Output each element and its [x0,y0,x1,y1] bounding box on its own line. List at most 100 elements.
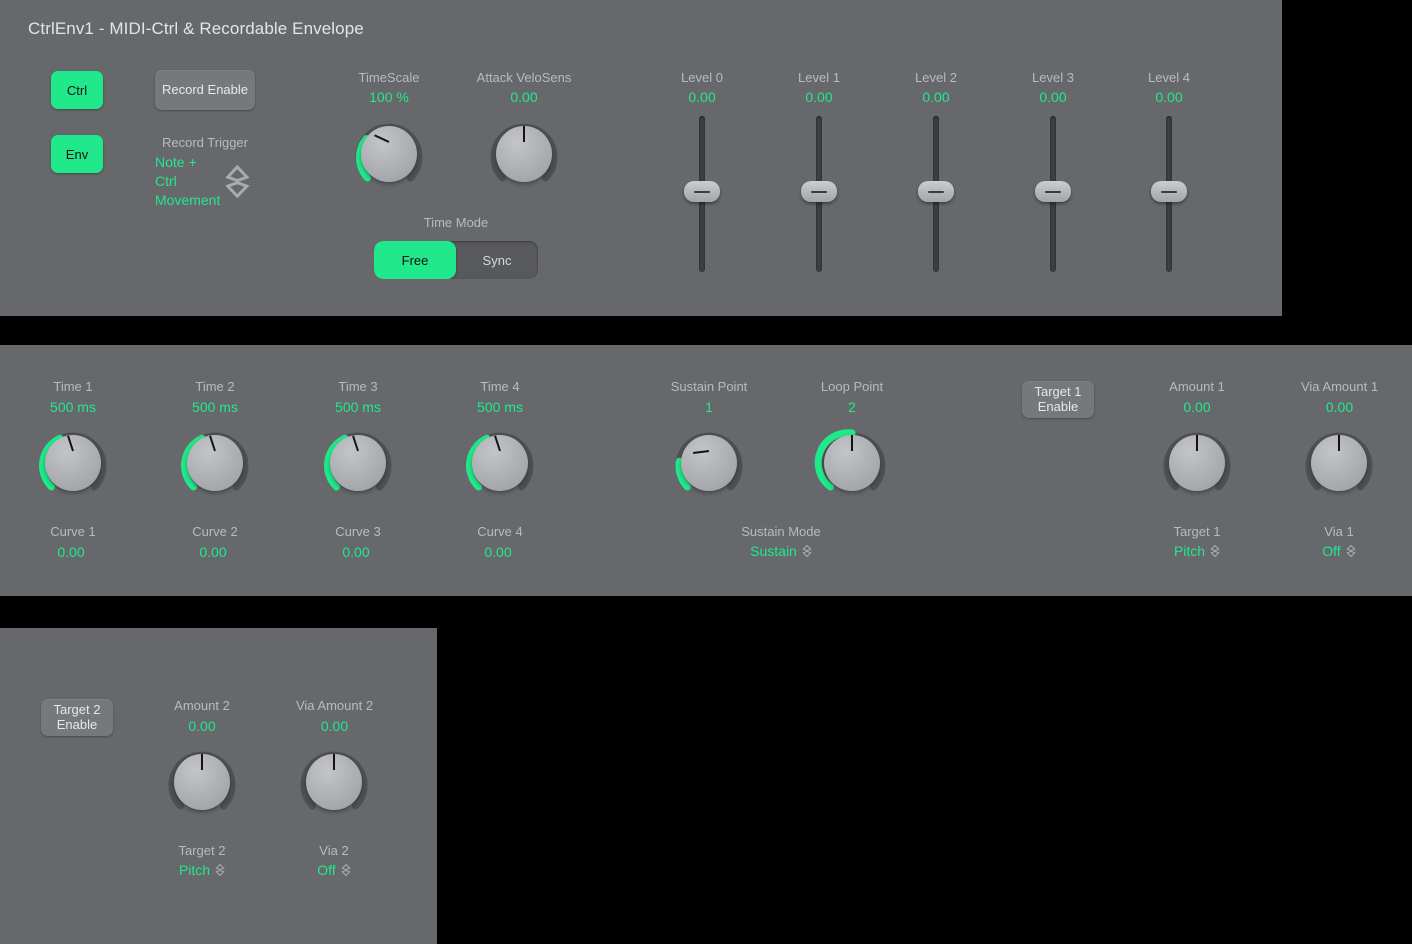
slider-thumb[interactable] [684,181,720,202]
target-1-value: Pitch [1174,543,1205,559]
sustain-point-value: 1 [659,399,759,415]
target-2-enable-button[interactable]: Target 2 Enable [41,699,113,736]
via-amount-2-knob[interactable] [294,742,374,822]
sustain-mode-popup[interactable]: Sustain [731,543,831,559]
time-mode-sync-option[interactable]: Sync [456,241,538,279]
curve-1-label: Curve 1 [23,524,123,539]
via-amount-1-label: Via Amount 1 [1282,379,1397,394]
chevron-updown-icon [1210,544,1220,558]
slider-thumb[interactable] [918,181,954,202]
envelope-main-panel: CtrlEnv1 - MIDI-Ctrl & Recordable Envelo… [0,0,1282,316]
target-1-label: Target 1 [1147,524,1247,539]
curve-3-label: Curve 3 [308,524,408,539]
time-mode-label: Time Mode [396,215,516,230]
amount-1-knob[interactable] [1157,423,1237,503]
chevron-updown-icon [224,163,251,200]
slider-thumb[interactable] [801,181,837,202]
record-trigger-label: Record Trigger [140,135,270,150]
amount-2-label: Amount 2 [152,698,252,713]
attack-velosens-label: Attack VeloSens [459,70,589,85]
via-2-popup[interactable]: Off [284,862,384,878]
via-2-label: Via 2 [284,843,384,858]
time-3-label: Time 3 [308,379,408,394]
target-2-enable-line1: Target 2 [54,703,101,718]
slider-thumb[interactable] [1035,181,1071,202]
via-amount-1-value: 0.00 [1282,399,1397,415]
chevron-updown-icon [215,863,225,877]
chevron-updown-icon [341,863,351,877]
sustain-point-label: Sustain Point [659,379,759,394]
env-button[interactable]: Env [51,135,103,173]
amount-1-value: 0.00 [1147,399,1247,415]
level-3-slider[interactable] [1031,116,1075,272]
slider-thumb[interactable] [1151,181,1187,202]
curve-1-value[interactable]: 0.00 [21,544,121,560]
via-amount-1-knob[interactable] [1299,423,1379,503]
target-2-label: Target 2 [152,843,252,858]
time-mode-free-option[interactable]: Free [374,241,456,279]
loop-point-label: Loop Point [802,379,902,394]
time-3-value: 500 ms [308,399,408,415]
level-1-slider[interactable] [797,116,841,272]
amount-2-value: 0.00 [152,718,252,734]
sustain-mode-value: Sustain [750,543,797,559]
time-1-knob[interactable] [33,423,113,503]
target-2-popup[interactable]: Pitch [152,862,252,878]
via-1-label: Via 1 [1289,524,1389,539]
record-enable-button[interactable]: Record Enable [155,70,255,110]
time-2-label: Time 2 [165,379,265,394]
level-4-label: Level 4 [1119,70,1219,85]
time-2-knob[interactable] [175,423,255,503]
level-2-value: 0.00 [886,89,986,105]
page-title: CtrlEnv1 - MIDI-Ctrl & Recordable Envelo… [28,19,364,39]
level-1-value: 0.00 [769,89,869,105]
level-0-slider[interactable] [680,116,724,272]
level-4-value: 0.00 [1119,89,1219,105]
curve-4-value[interactable]: 0.00 [448,544,548,560]
curve-2-label: Curve 2 [165,524,265,539]
time-4-knob[interactable] [460,423,540,503]
time-3-knob[interactable] [318,423,398,503]
time-4-value: 500 ms [450,399,550,415]
level-0-label: Level 0 [652,70,752,85]
level-3-label: Level 3 [1003,70,1103,85]
sustain-mode-label: Sustain Mode [731,524,831,539]
level-2-label: Level 2 [886,70,986,85]
target-1-enable-button[interactable]: Target 1 Enable [1022,381,1094,418]
level-3-value: 0.00 [1003,89,1103,105]
level-0-value: 0.00 [652,89,752,105]
level-4-slider[interactable] [1147,116,1191,272]
time-1-label: Time 1 [23,379,123,394]
via-1-popup[interactable]: Off [1289,543,1389,559]
amount-1-label: Amount 1 [1147,379,1247,394]
via-2-value: Off [317,862,335,878]
via-amount-2-label: Via Amount 2 [277,698,392,713]
curve-2-value[interactable]: 0.00 [163,544,263,560]
loop-point-value: 2 [802,399,902,415]
target-1-popup[interactable]: Pitch [1147,543,1247,559]
level-2-slider[interactable] [914,116,958,272]
attack-velosens-knob[interactable] [484,114,564,194]
target-2-value: Pitch [179,862,210,878]
target-2-panel: Target 2 Enable Amount 2 0.00 Target 2 P… [0,628,437,944]
timescale-knob[interactable] [349,114,429,194]
time-mode-segmented[interactable]: Free Sync [374,241,538,279]
chevron-updown-icon [1346,544,1356,558]
timescale-label: TimeScale [329,70,449,85]
amount-2-knob[interactable] [162,742,242,822]
attack-velosens-value: 0.00 [459,89,589,105]
via-amount-2-value: 0.00 [277,718,392,734]
record-trigger-value: Note + Ctrl Movement [155,153,220,210]
via-1-value: Off [1322,543,1340,559]
sustain-point-knob[interactable] [669,423,749,503]
curve-4-label: Curve 4 [450,524,550,539]
loop-point-knob[interactable] [812,423,892,503]
target-2-enable-line2: Enable [57,718,97,733]
time-2-value: 500 ms [165,399,265,415]
chevron-updown-icon [802,544,812,558]
timescale-value: 100 % [329,89,449,105]
time-1-value: 500 ms [23,399,123,415]
record-trigger-popup[interactable]: Note + Ctrl Movement [155,153,251,210]
curve-3-value[interactable]: 0.00 [306,544,406,560]
ctrl-button[interactable]: Ctrl [51,71,103,109]
